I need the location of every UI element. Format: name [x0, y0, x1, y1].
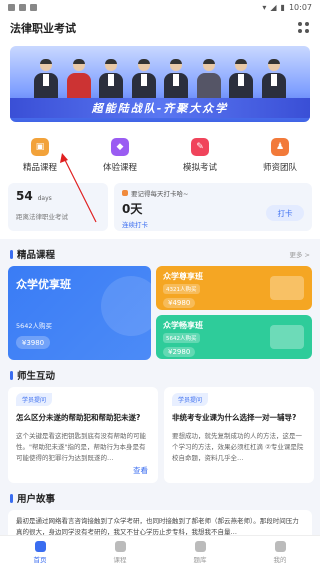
exam-icon: ✎	[191, 138, 209, 156]
app-icon	[30, 3, 37, 11]
course-card[interactable]: 众学畅享班 5642人购买 ¥2980	[156, 315, 312, 359]
teacher-figure	[228, 59, 254, 99]
courses-title: 精品课程	[17, 250, 56, 261]
tab-label: 题库	[193, 556, 207, 564]
notification-icon	[19, 3, 26, 11]
status-icons-left	[8, 3, 37, 11]
qa-card[interactable]: 学员提问 怎么区分未遂的帮助犯和帮助犯未遂? 这个关键是看这把钥匙到底有没有帮助…	[8, 387, 158, 483]
trial-icon: ◆	[111, 138, 129, 156]
course-buyers: 5642人购买	[163, 333, 200, 343]
nav-label: 体验课程	[102, 163, 137, 173]
nav-mock-exam[interactable]: ✎ 模拟考试	[165, 138, 235, 173]
countdown-subtitle: 距离法律职业考试	[16, 213, 68, 221]
app-title: 法律职业考试	[10, 22, 76, 35]
app-header: 法律职业考试	[0, 14, 320, 42]
countdown-days: 54	[16, 189, 33, 203]
teacher-icon: ♟	[271, 138, 289, 156]
qa-answer: 这个关键是看这把钥匙到底有没有帮助的可能性。"帮助犯未遂"指的是，帮助行为本身是…	[16, 432, 146, 462]
view-link[interactable]: 查看	[133, 465, 148, 476]
course-buyers: 5642人购买	[16, 322, 53, 330]
interaction-section-header: 师生互动	[0, 360, 320, 387]
signal-icon: ◢	[270, 2, 277, 12]
course-buyers: 4321人购买	[163, 284, 200, 294]
teacher-figure	[261, 59, 287, 99]
courses-section-header: 精品课程 更多 >	[0, 239, 320, 266]
nav-label: 师资团队	[262, 163, 297, 173]
tab-label: 我的	[273, 556, 287, 564]
section-accent	[10, 493, 13, 503]
nav-premium-courses[interactable]: ▣ 精品课程	[5, 138, 75, 173]
banner-teachers	[30, 54, 290, 99]
tab-label: 课程	[113, 556, 127, 564]
battery-icon: ▮	[280, 2, 285, 12]
teacher-figure	[131, 59, 157, 99]
status-time: 10:07	[288, 2, 312, 12]
play-icon	[270, 325, 304, 349]
course-icon	[114, 541, 126, 552]
nav-label: 模拟考试	[182, 163, 217, 173]
section-title: 用户故事	[10, 491, 55, 505]
notification-icon	[8, 3, 15, 11]
stats-row: 54 days 距离法律职业考试 要记得每天打卡哈~ 0天 连续打卡 打卡	[0, 179, 320, 239]
qa-card[interactable]: 学员提问 非统考专业课为什么选择一对一辅导? 要想成功，就先复制成功的人的方法，…	[164, 387, 314, 483]
story-section-header: 用户故事	[0, 483, 320, 510]
checkin-reminder-row: 要记得每天打卡哈~	[122, 188, 304, 198]
section-title: 师生互动	[10, 368, 55, 382]
banner-container: 超能陆战队-齐聚大众学	[0, 42, 320, 128]
countdown-unit: days	[37, 195, 52, 202]
more-link[interactable]: 更多 >	[289, 249, 310, 259]
profile-icon	[274, 541, 286, 552]
qa-question: 非统考专业课为什么选择一对一辅导?	[172, 413, 297, 422]
teacher-figure	[163, 59, 189, 99]
course-card-featured[interactable]: 众学优享班 5642人购买 ¥3980	[8, 266, 151, 360]
status-icons-right: ▾ ◢ ▮ 10:07	[262, 3, 312, 12]
question-bank-icon	[194, 541, 206, 552]
promo-banner[interactable]: 超能陆战队-齐聚大众学	[10, 46, 310, 122]
qa-answer: 要想成功，就先复制成功的人的方法，这是一个学习的方法，效果必须杠杠滴 ②专业课是…	[172, 432, 304, 462]
countdown-card: 54 days 距离法律职业考试	[8, 183, 108, 231]
interaction-title: 师生互动	[17, 371, 56, 382]
tab-profile[interactable]: 我的	[255, 541, 305, 564]
course-price: ¥4980	[163, 298, 196, 308]
course-price: ¥3980	[16, 336, 50, 349]
quick-nav: ▣ 精品课程 ◆ 体验课程 ✎ 模拟考试 ♟ 师资团队	[0, 128, 320, 179]
checkin-reminder: 要记得每天打卡哈~	[131, 190, 189, 198]
tab-label: 首页	[33, 556, 47, 564]
qa-tag: 学员提问	[16, 393, 53, 406]
bottom-tab-bar: 首页 课程 题库 我的	[0, 535, 320, 569]
checkin-button[interactable]: 打卡	[266, 205, 304, 221]
nav-teachers[interactable]: ♟ 师资团队	[245, 138, 315, 173]
teacher-figure	[66, 59, 92, 99]
book-icon	[270, 276, 304, 300]
section-title: 精品课程	[10, 247, 55, 261]
story-title: 用户故事	[17, 494, 56, 505]
course-column: 众学尊享班 4321人购买 ¥4980 众学畅享班 5642人购买 ¥2980	[156, 266, 312, 360]
section-accent	[10, 249, 13, 259]
teacher-figure	[196, 59, 222, 99]
teacher-figure	[98, 59, 124, 99]
course-grid: 众学优享班 5642人购买 ¥3980 众学尊享班 4321人购买 ¥4980 …	[0, 266, 320, 360]
home-icon	[34, 541, 46, 552]
tab-courses[interactable]: 课程	[95, 541, 145, 564]
course-icon: ▣	[31, 138, 49, 156]
banner-slogan: 超能陆战队-齐聚大众学	[10, 98, 310, 118]
wifi-icon: ▾	[262, 2, 267, 12]
qa-carousel[interactable]: 学员提问 怎么区分未遂的帮助犯和帮助犯未遂? 这个关键是看这把钥匙到底有没有帮助…	[0, 387, 320, 483]
status-bar: ▾ ◢ ▮ 10:07	[0, 0, 320, 14]
qa-tag: 学员提问	[172, 393, 209, 406]
grid-menu-icon[interactable]	[298, 22, 310, 34]
nav-label: 精品课程	[22, 163, 57, 173]
tab-home[interactable]: 首页	[15, 541, 65, 564]
tab-question-bank[interactable]: 题库	[175, 541, 225, 564]
qa-question: 怎么区分未遂的帮助犯和帮助犯未遂?	[16, 413, 141, 422]
course-card[interactable]: 众学尊享班 4321人购买 ¥4980	[156, 266, 312, 310]
calendar-icon	[122, 190, 128, 196]
section-accent	[10, 370, 13, 380]
teacher-figure	[33, 59, 59, 99]
course-price: ¥2980	[163, 347, 196, 357]
checkin-card: 要记得每天打卡哈~ 0天 连续打卡 打卡	[114, 183, 312, 231]
nav-trial-courses[interactable]: ◆ 体验课程	[85, 138, 155, 173]
